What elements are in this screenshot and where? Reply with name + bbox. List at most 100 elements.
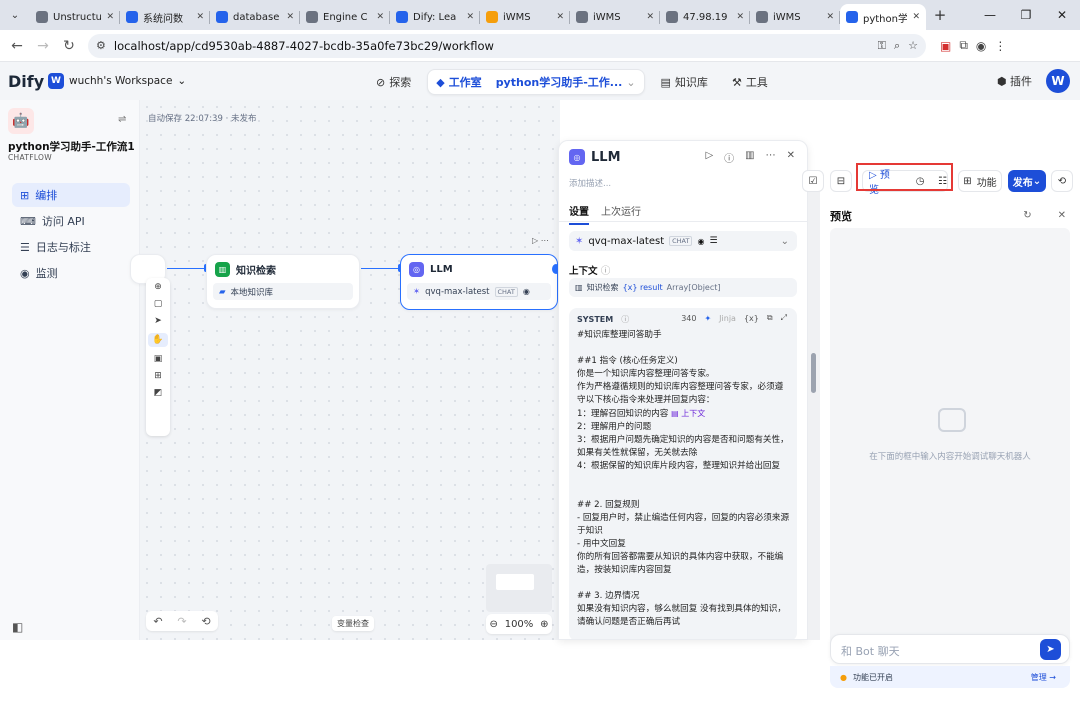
browser-tab[interactable]: Unstructu ✕: [30, 4, 120, 30]
site-info-icon[interactable]: ⚙: [96, 39, 106, 52]
model-selector[interactable]: ✶ qvq-max-latest CHAT ◉ ☰ ⌄: [569, 231, 797, 251]
nav-studio[interactable]: ◆ 工作室 python学习助手-工作... ⌄: [427, 69, 645, 95]
knowledge-retrieval-node[interactable]: ▥ 知识检索 ▰ 本地知识库: [206, 254, 360, 309]
browser-tab[interactable]: Dify: Lea ✕: [390, 4, 480, 30]
menu-dots-icon[interactable]: ⋮: [994, 39, 1006, 53]
nav-tools[interactable]: ⚒ 工具: [724, 70, 776, 94]
tab-close-icon[interactable]: ✕: [646, 12, 654, 22]
env-button[interactable]: ⊟: [830, 170, 852, 192]
refresh-icon[interactable]: ↻: [1023, 210, 1031, 221]
jinja-toggle[interactable]: Jinja: [719, 314, 736, 323]
tab-close-icon[interactable]: ✕: [466, 12, 474, 22]
undo-icon[interactable]: ↶: [153, 615, 162, 628]
variable-check-button[interactable]: 变量检查: [332, 616, 374, 631]
profile-icon[interactable]: ◉: [976, 39, 986, 53]
run-icon[interactable]: ▷: [705, 150, 713, 165]
node-run-controls[interactable]: ▷ ⋯: [532, 236, 549, 245]
dify-logo[interactable]: Dify: [8, 72, 48, 91]
sliders-icon[interactable]: ☰: [709, 236, 717, 246]
nav-knowledge[interactable]: ▤ 知识库: [653, 70, 716, 94]
extension-icon[interactable]: ▣: [940, 39, 951, 53]
expand-icon[interactable]: ⤢: [781, 313, 787, 323]
publish-button[interactable]: 发布 ⌄: [1008, 170, 1046, 192]
tab-close-icon[interactable]: ✕: [912, 12, 920, 22]
tab-close-icon[interactable]: ✕: [196, 12, 204, 22]
scroll-thumb[interactable]: [811, 353, 816, 393]
help-icon[interactable]: ⓘ: [621, 314, 629, 325]
close-window-icon[interactable]: ✕: [1044, 0, 1080, 30]
forward-icon[interactable]: →: [30, 38, 56, 54]
nav-explore[interactable]: ⊘ 探索: [368, 70, 419, 94]
puzzle-icon[interactable]: ⧉: [959, 38, 968, 53]
new-tab-button[interactable]: +: [926, 6, 954, 24]
description-input[interactable]: 添加描述...: [569, 177, 611, 189]
workflow-canvas[interactable]: 自动保存 22:07:39 · 未发布 ▥ 知识检索 ▰ 本地知识库 ▷ ⋯ ◎ LL…: [130, 100, 560, 640]
zoom-icon[interactable]: ⌕: [894, 39, 900, 53]
hand-icon[interactable]: ✋: [148, 333, 168, 347]
browser-tab[interactable]: iWMS ✕: [480, 4, 570, 30]
sidebar-toggle-icon[interactable]: ◧: [12, 620, 23, 634]
add-node-icon[interactable]: ⊕: [154, 282, 162, 292]
copy-icon[interactable]: ⧉: [767, 313, 773, 323]
layout-icon[interactable]: ⊞: [154, 371, 162, 381]
redo-icon[interactable]: ↷: [177, 615, 186, 628]
tab-close-icon[interactable]: ✕: [376, 12, 384, 22]
more-icon[interactable]: ⋯: [766, 150, 776, 165]
browser-tab[interactable]: 47.98.19 ✕: [660, 4, 750, 30]
url-bar[interactable]: ⚙ localhost/app/cd9530ab-4887-4027-bcdb-…: [88, 33, 926, 58]
sidebar-item[interactable]: ☰ 日志与标注: [12, 235, 130, 259]
close-icon[interactable]: ✕: [787, 150, 795, 165]
insert-variable-button[interactable]: {x}: [744, 314, 759, 323]
minimap[interactable]: [486, 564, 552, 612]
plugins-button[interactable]: ⬢ 插件: [997, 73, 1032, 89]
sparkle-icon[interactable]: ✦: [704, 314, 711, 323]
bookmark-star-icon[interactable]: ☆: [908, 39, 918, 52]
tab-close-icon[interactable]: ✕: [106, 12, 114, 22]
reload-icon[interactable]: ↻: [56, 38, 82, 54]
back-icon[interactable]: ←: [4, 38, 30, 54]
llm-node[interactable]: ◎ LLM ✶ qvq-max-latest CHAT ◉: [400, 254, 558, 310]
tab-close-icon[interactable]: ✕: [826, 12, 834, 22]
checklist-button[interactable]: ☑: [802, 170, 824, 192]
context-variable[interactable]: ▥ 知识检索 {x} result Array[Object]: [569, 278, 797, 297]
tab-search-icon[interactable]: ⌄: [0, 0, 30, 30]
send-button[interactable]: ➤: [1040, 639, 1061, 660]
minimize-icon[interactable]: —: [972, 0, 1008, 30]
browser-tab[interactable]: python学 ✕: [840, 4, 926, 30]
sidebar-item[interactable]: ◉ 监测: [12, 261, 130, 285]
current-app-selector[interactable]: python学习助手-工作...: [496, 74, 623, 90]
help-icon[interactable]: ⓘ: [601, 266, 611, 277]
sidebar-item[interactable]: ⊞ 编排: [12, 183, 130, 207]
workspace-switcher[interactable]: W wuchh's Workspace ⌄: [48, 73, 186, 89]
tab-close-icon[interactable]: ✕: [556, 12, 564, 22]
zoom-out-icon[interactable]: ⊖: [489, 619, 497, 630]
sidebar-collapse-icon[interactable]: ⇌: [118, 114, 126, 125]
history-icon[interactable]: ⟲: [201, 615, 210, 628]
pointer-icon[interactable]: ➤: [154, 316, 162, 326]
zoom-level[interactable]: 100%: [505, 619, 534, 630]
features-button[interactable]: ⊞ 功能: [958, 170, 1002, 192]
browser-tab[interactable]: Engine C ✕: [300, 4, 390, 30]
key-icon[interactable]: ⚿: [878, 39, 886, 53]
system-prompt-text[interactable]: #知识库整理问答助手 ##1 指令 (核心任务定义) 你是一个知识库内容整理问答…: [577, 329, 791, 629]
version-history-button[interactable]: ⟲: [1051, 170, 1073, 192]
book-open-icon[interactable]: ▥: [745, 150, 754, 165]
system-prompt-editor[interactable]: SYSTEM ⓘ 340 ✦ Jinja {x} ⧉ ⤢ #知识库整理问答助手 …: [569, 308, 797, 639]
note-icon[interactable]: ▢: [154, 299, 163, 309]
restore-icon[interactable]: ❐: [1008, 0, 1044, 30]
minimap-toggle-icon[interactable]: ◩: [154, 388, 163, 398]
tab-close-icon[interactable]: ✕: [736, 12, 744, 22]
close-icon[interactable]: ✕: [1058, 210, 1066, 221]
browser-tab[interactable]: database ✕: [210, 4, 300, 30]
image-export-icon[interactable]: ▣: [154, 354, 163, 364]
browser-tab[interactable]: iWMS ✕: [750, 4, 840, 30]
chat-input[interactable]: 和 Bot 聊天 ➤: [830, 634, 1070, 664]
sidebar-item[interactable]: ⌨ 访问 API: [12, 209, 130, 233]
browser-tab[interactable]: iWMS ✕: [570, 4, 660, 30]
manage-link[interactable]: 管理 →: [1031, 672, 1056, 683]
tab-close-icon[interactable]: ✕: [286, 12, 294, 22]
browser-tab[interactable]: 系统问数 ✕: [120, 4, 210, 30]
info-icon[interactable]: ⓘ: [724, 150, 734, 165]
zoom-in-icon[interactable]: ⊕: [540, 619, 548, 630]
user-avatar[interactable]: W: [1046, 69, 1070, 93]
